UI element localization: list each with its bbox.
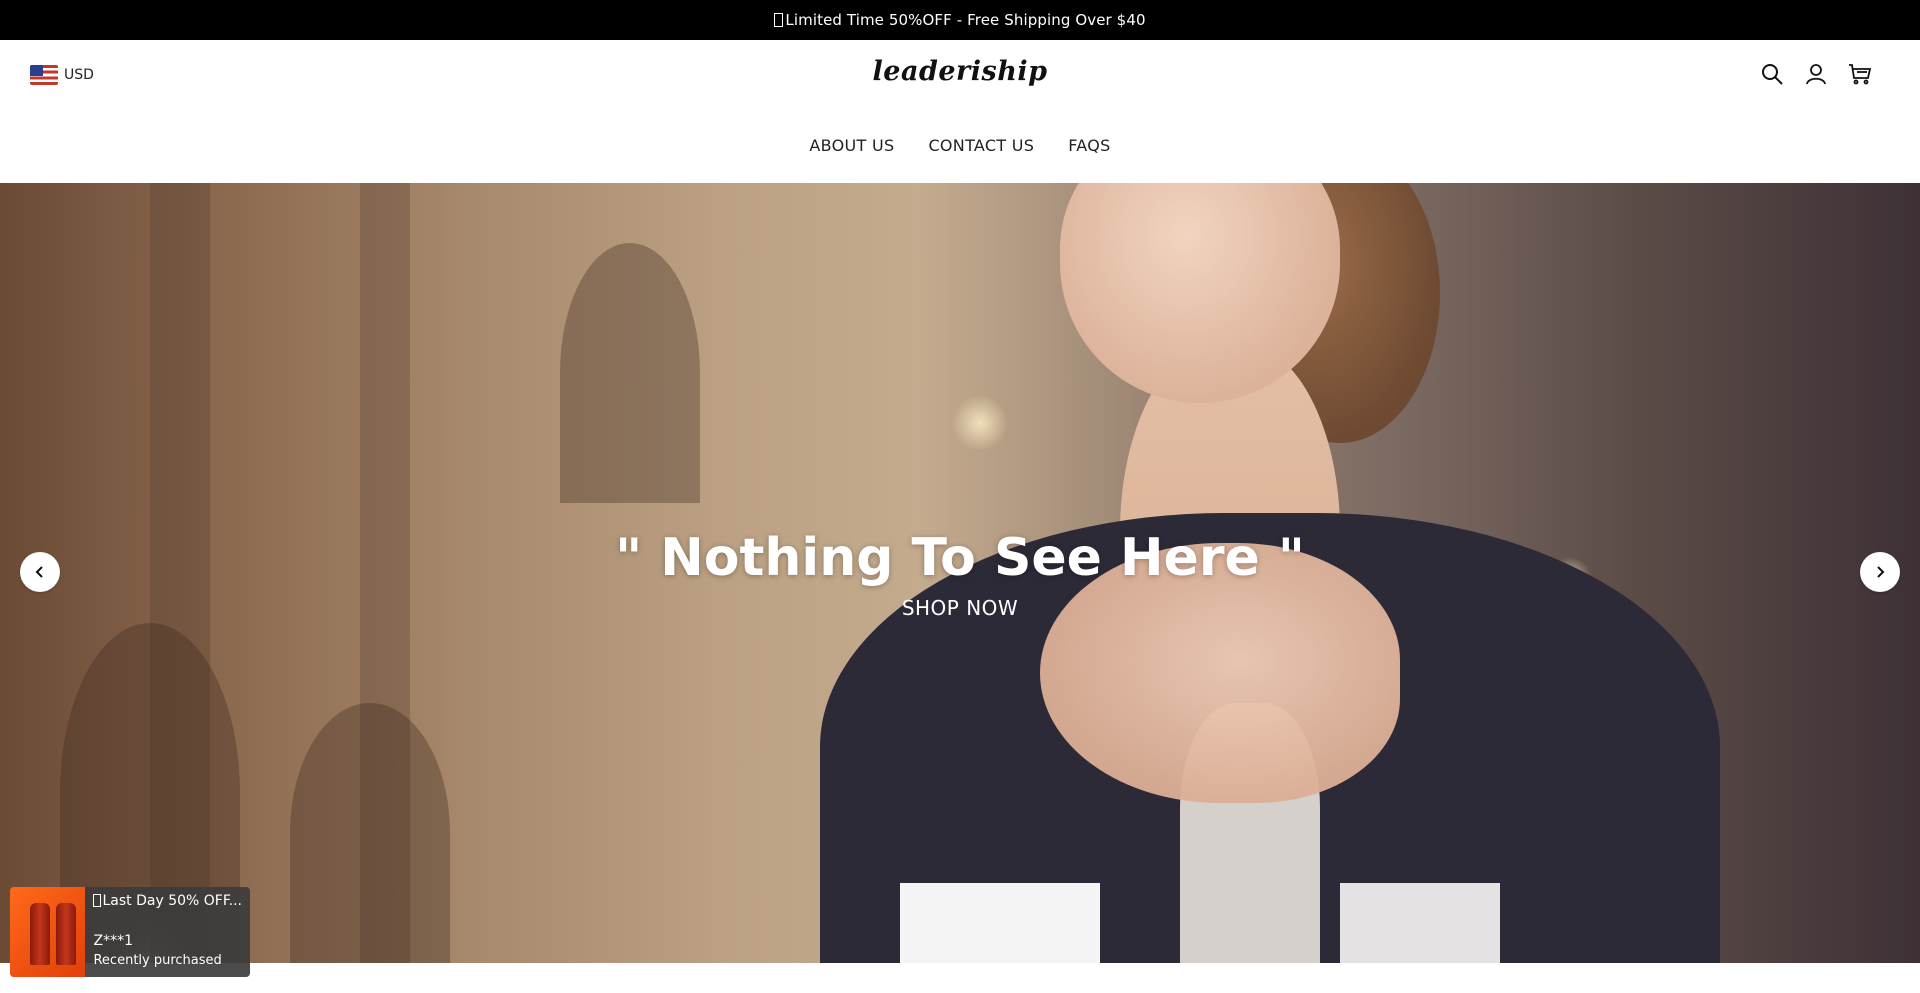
missing-glyph-icon bbox=[93, 894, 102, 907]
shop-now-link[interactable]: SHOP NOW bbox=[0, 596, 1920, 620]
popup-status: Recently purchased bbox=[93, 953, 222, 968]
chevron-right-icon bbox=[1877, 566, 1885, 578]
missing-glyph-icon bbox=[774, 13, 784, 27]
recent-purchase-popup[interactable]: Last Day 50% OFF... Z***1 Recently purch… bbox=[10, 887, 250, 977]
announcement-bar: Limited Time 50%OFF - Free Shipping Over… bbox=[0, 0, 1920, 40]
account-icon[interactable] bbox=[1804, 62, 1828, 86]
search-icon[interactable] bbox=[1760, 62, 1784, 86]
slider-prev-button[interactable] bbox=[20, 552, 60, 592]
hero-title: " Nothing To See Here " bbox=[615, 528, 1305, 588]
main-nav: ABOUT US CONTACT US FAQS bbox=[0, 136, 1920, 155]
header-actions bbox=[1760, 62, 1872, 86]
hero-banner: " Nothing To See Here " SHOP NOW bbox=[0, 183, 1920, 963]
chevron-left-icon bbox=[35, 566, 43, 578]
popup-title: Last Day 50% OFF... bbox=[93, 893, 242, 909]
popup-text: Last Day 50% OFF... Z***1 Recently purch… bbox=[85, 887, 250, 977]
cart-icon[interactable] bbox=[1848, 62, 1872, 86]
nav-faqs[interactable]: FAQS bbox=[1068, 136, 1110, 155]
nav-contact-us[interactable]: CONTACT US bbox=[928, 136, 1034, 155]
slider-next-button[interactable] bbox=[1860, 552, 1900, 592]
popup-buyer: Z***1 bbox=[93, 933, 133, 949]
announcement-text: Limited Time 50%OFF - Free Shipping Over… bbox=[785, 11, 1146, 29]
site-logo[interactable]: leaderiship bbox=[0, 56, 1920, 87]
product-thumbnail bbox=[10, 887, 86, 977]
site-header: USD leaderiship ABOUT US CONTACT US FAQS bbox=[0, 40, 1920, 183]
nav-about-us[interactable]: ABOUT US bbox=[809, 136, 894, 155]
popup-title-text: Last Day 50% OFF... bbox=[102, 893, 242, 909]
